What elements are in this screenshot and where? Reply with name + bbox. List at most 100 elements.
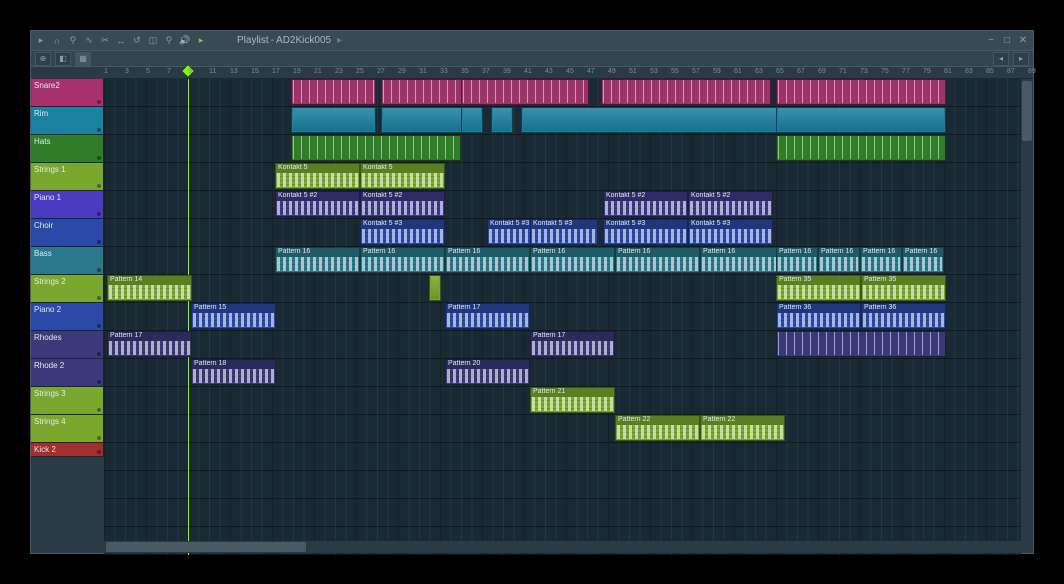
wave-icon[interactable]: ∿: [83, 35, 95, 47]
cut-icon[interactable]: ✂: [99, 35, 111, 47]
clip[interactable]: [776, 331, 946, 357]
clip[interactable]: Pattern 22: [700, 415, 785, 441]
scroll-thumb-h[interactable]: [106, 542, 306, 552]
track-header[interactable]: Rhode 2: [31, 359, 104, 387]
track-header[interactable]: Piano 2: [31, 303, 104, 331]
clip[interactable]: [381, 79, 466, 105]
arrangement-grid[interactable]: Kontakt 5Kontakt 5Kontakt 5 #2Kontakt 5 …: [104, 79, 1021, 555]
track-header[interactable]: Bass: [31, 247, 104, 275]
clip[interactable]: Pattern 16: [860, 247, 902, 273]
minimize-button[interactable]: −: [985, 35, 997, 47]
track-header[interactable]: Strings 3: [31, 387, 104, 415]
clip[interactable]: Kontakt 5 #3: [688, 219, 773, 245]
clip[interactable]: [291, 79, 376, 105]
scrollbar-horizontal[interactable]: [104, 541, 1021, 553]
clip[interactable]: Pattern 36: [861, 303, 946, 329]
clip[interactable]: Pattern 17: [530, 331, 615, 357]
clip[interactable]: Pattern 16: [445, 247, 530, 273]
close-button[interactable]: ✕: [1017, 35, 1029, 47]
clip[interactable]: Kontakt 5 #2: [275, 191, 360, 217]
clip[interactable]: Pattern 16: [275, 247, 360, 273]
clip[interactable]: Pattern 36: [776, 303, 861, 329]
clip[interactable]: [381, 107, 466, 133]
track-header[interactable]: Rhodes: [31, 331, 104, 359]
clip-label: Pattern 20: [446, 360, 529, 369]
headphones-icon[interactable]: ∩: [51, 35, 63, 47]
clip[interactable]: Pattern 16: [530, 247, 615, 273]
play-icon[interactable]: ▸: [195, 35, 207, 47]
track-header[interactable]: Strings 2: [31, 275, 104, 303]
clip[interactable]: Pattern 35: [861, 275, 946, 301]
track-header[interactable]: Choir: [31, 219, 104, 247]
clip[interactable]: [291, 107, 376, 133]
clip[interactable]: [461, 79, 589, 105]
clip-notes: [820, 257, 858, 271]
clip[interactable]: Kontakt 5: [360, 163, 445, 189]
ruler-tick: 45: [566, 68, 574, 75]
clip[interactable]: Pattern 16: [818, 247, 860, 273]
clip[interactable]: Kontakt 5: [275, 163, 360, 189]
scroll-left-icon[interactable]: ◂: [993, 52, 1009, 66]
clip[interactable]: [776, 135, 946, 161]
title-chevron-icon[interactable]: ▸: [337, 35, 342, 46]
track-header[interactable]: Strings 1: [31, 163, 104, 191]
ruler-tick: 43: [545, 68, 553, 75]
scroll-right-icon[interactable]: ▸: [1013, 52, 1029, 66]
clip[interactable]: Pattern 14: [107, 275, 192, 301]
clip[interactable]: [429, 275, 441, 301]
clip[interactable]: [291, 135, 461, 161]
clip[interactable]: Pattern 16: [902, 247, 944, 273]
clip[interactable]: [521, 107, 779, 133]
clip-notes: [690, 229, 771, 243]
clip[interactable]: [776, 79, 946, 105]
clip[interactable]: Kontakt 5 #2: [688, 191, 773, 217]
track-header[interactable]: Rim: [31, 107, 104, 135]
clip[interactable]: Kontakt 5 #2: [360, 191, 445, 217]
clip[interactable]: Pattern 16: [615, 247, 700, 273]
timeline-ruler[interactable]: 1357911131517192123252729313335373941434…: [104, 67, 1033, 79]
playlist-window: ▸ ∩ ⚲ ∿ ✂ ↔ ↺ ◫ ⚲ 🔊 ▸ Playlist - AD2Kick…: [30, 30, 1034, 554]
track-name-label: Snare2: [34, 81, 60, 90]
track-header[interactable]: Strings 4: [31, 415, 104, 443]
clip[interactable]: Kontakt 5 #3: [530, 219, 598, 245]
track-header[interactable]: Hats: [31, 135, 104, 163]
clip[interactable]: Pattern 22: [615, 415, 700, 441]
clip[interactable]: Kontakt 5 #2: [603, 191, 688, 217]
clip[interactable]: [461, 107, 483, 133]
clip[interactable]: Pattern 16: [776, 247, 818, 273]
scroll-thumb-v[interactable]: [1022, 81, 1032, 141]
clip[interactable]: Pattern 17: [107, 331, 192, 357]
clip[interactable]: Pattern 35: [776, 275, 861, 301]
clip[interactable]: Kontakt 5 #3: [603, 219, 688, 245]
clip[interactable]: Pattern 21: [530, 387, 615, 413]
clip[interactable]: Pattern 16: [700, 247, 785, 273]
clip[interactable]: [776, 107, 946, 133]
clip[interactable]: [601, 79, 771, 105]
ruler-tick: 27: [377, 68, 385, 75]
clip[interactable]: Pattern 20: [445, 359, 530, 385]
playhead-line[interactable]: [188, 79, 189, 555]
menu-icon[interactable]: ▸: [35, 35, 47, 47]
magnet-tool[interactable]: ⊕: [35, 52, 51, 66]
track-header[interactable]: Piano 1: [31, 191, 104, 219]
clip-notes: [862, 257, 900, 271]
clip[interactable]: Pattern 17: [445, 303, 530, 329]
maximize-button[interactable]: □: [1001, 35, 1013, 47]
clip[interactable]: Pattern 18: [191, 359, 276, 385]
pattern-tool[interactable]: ▦: [75, 52, 91, 66]
zoom-icon[interactable]: ⚲: [163, 35, 175, 47]
track-header[interactable]: Snare2: [31, 79, 104, 107]
arrows-icon[interactable]: ↔: [115, 35, 127, 47]
clip[interactable]: Pattern 15: [191, 303, 276, 329]
track-header[interactable]: Kick 2: [31, 443, 104, 457]
speaker-icon[interactable]: 🔊: [179, 35, 191, 47]
link-icon[interactable]: ⚲: [67, 35, 79, 47]
clip[interactable]: [491, 107, 513, 133]
clip[interactable]: Pattern 16: [360, 247, 445, 273]
undo-icon[interactable]: ↺: [131, 35, 143, 47]
snap-tool[interactable]: ◧: [55, 52, 71, 66]
scrollbar-vertical[interactable]: [1021, 79, 1033, 541]
clip-label: Pattern 17: [446, 304, 529, 313]
marquee-icon[interactable]: ◫: [147, 35, 159, 47]
clip[interactable]: Kontakt 5 #3: [360, 219, 445, 245]
